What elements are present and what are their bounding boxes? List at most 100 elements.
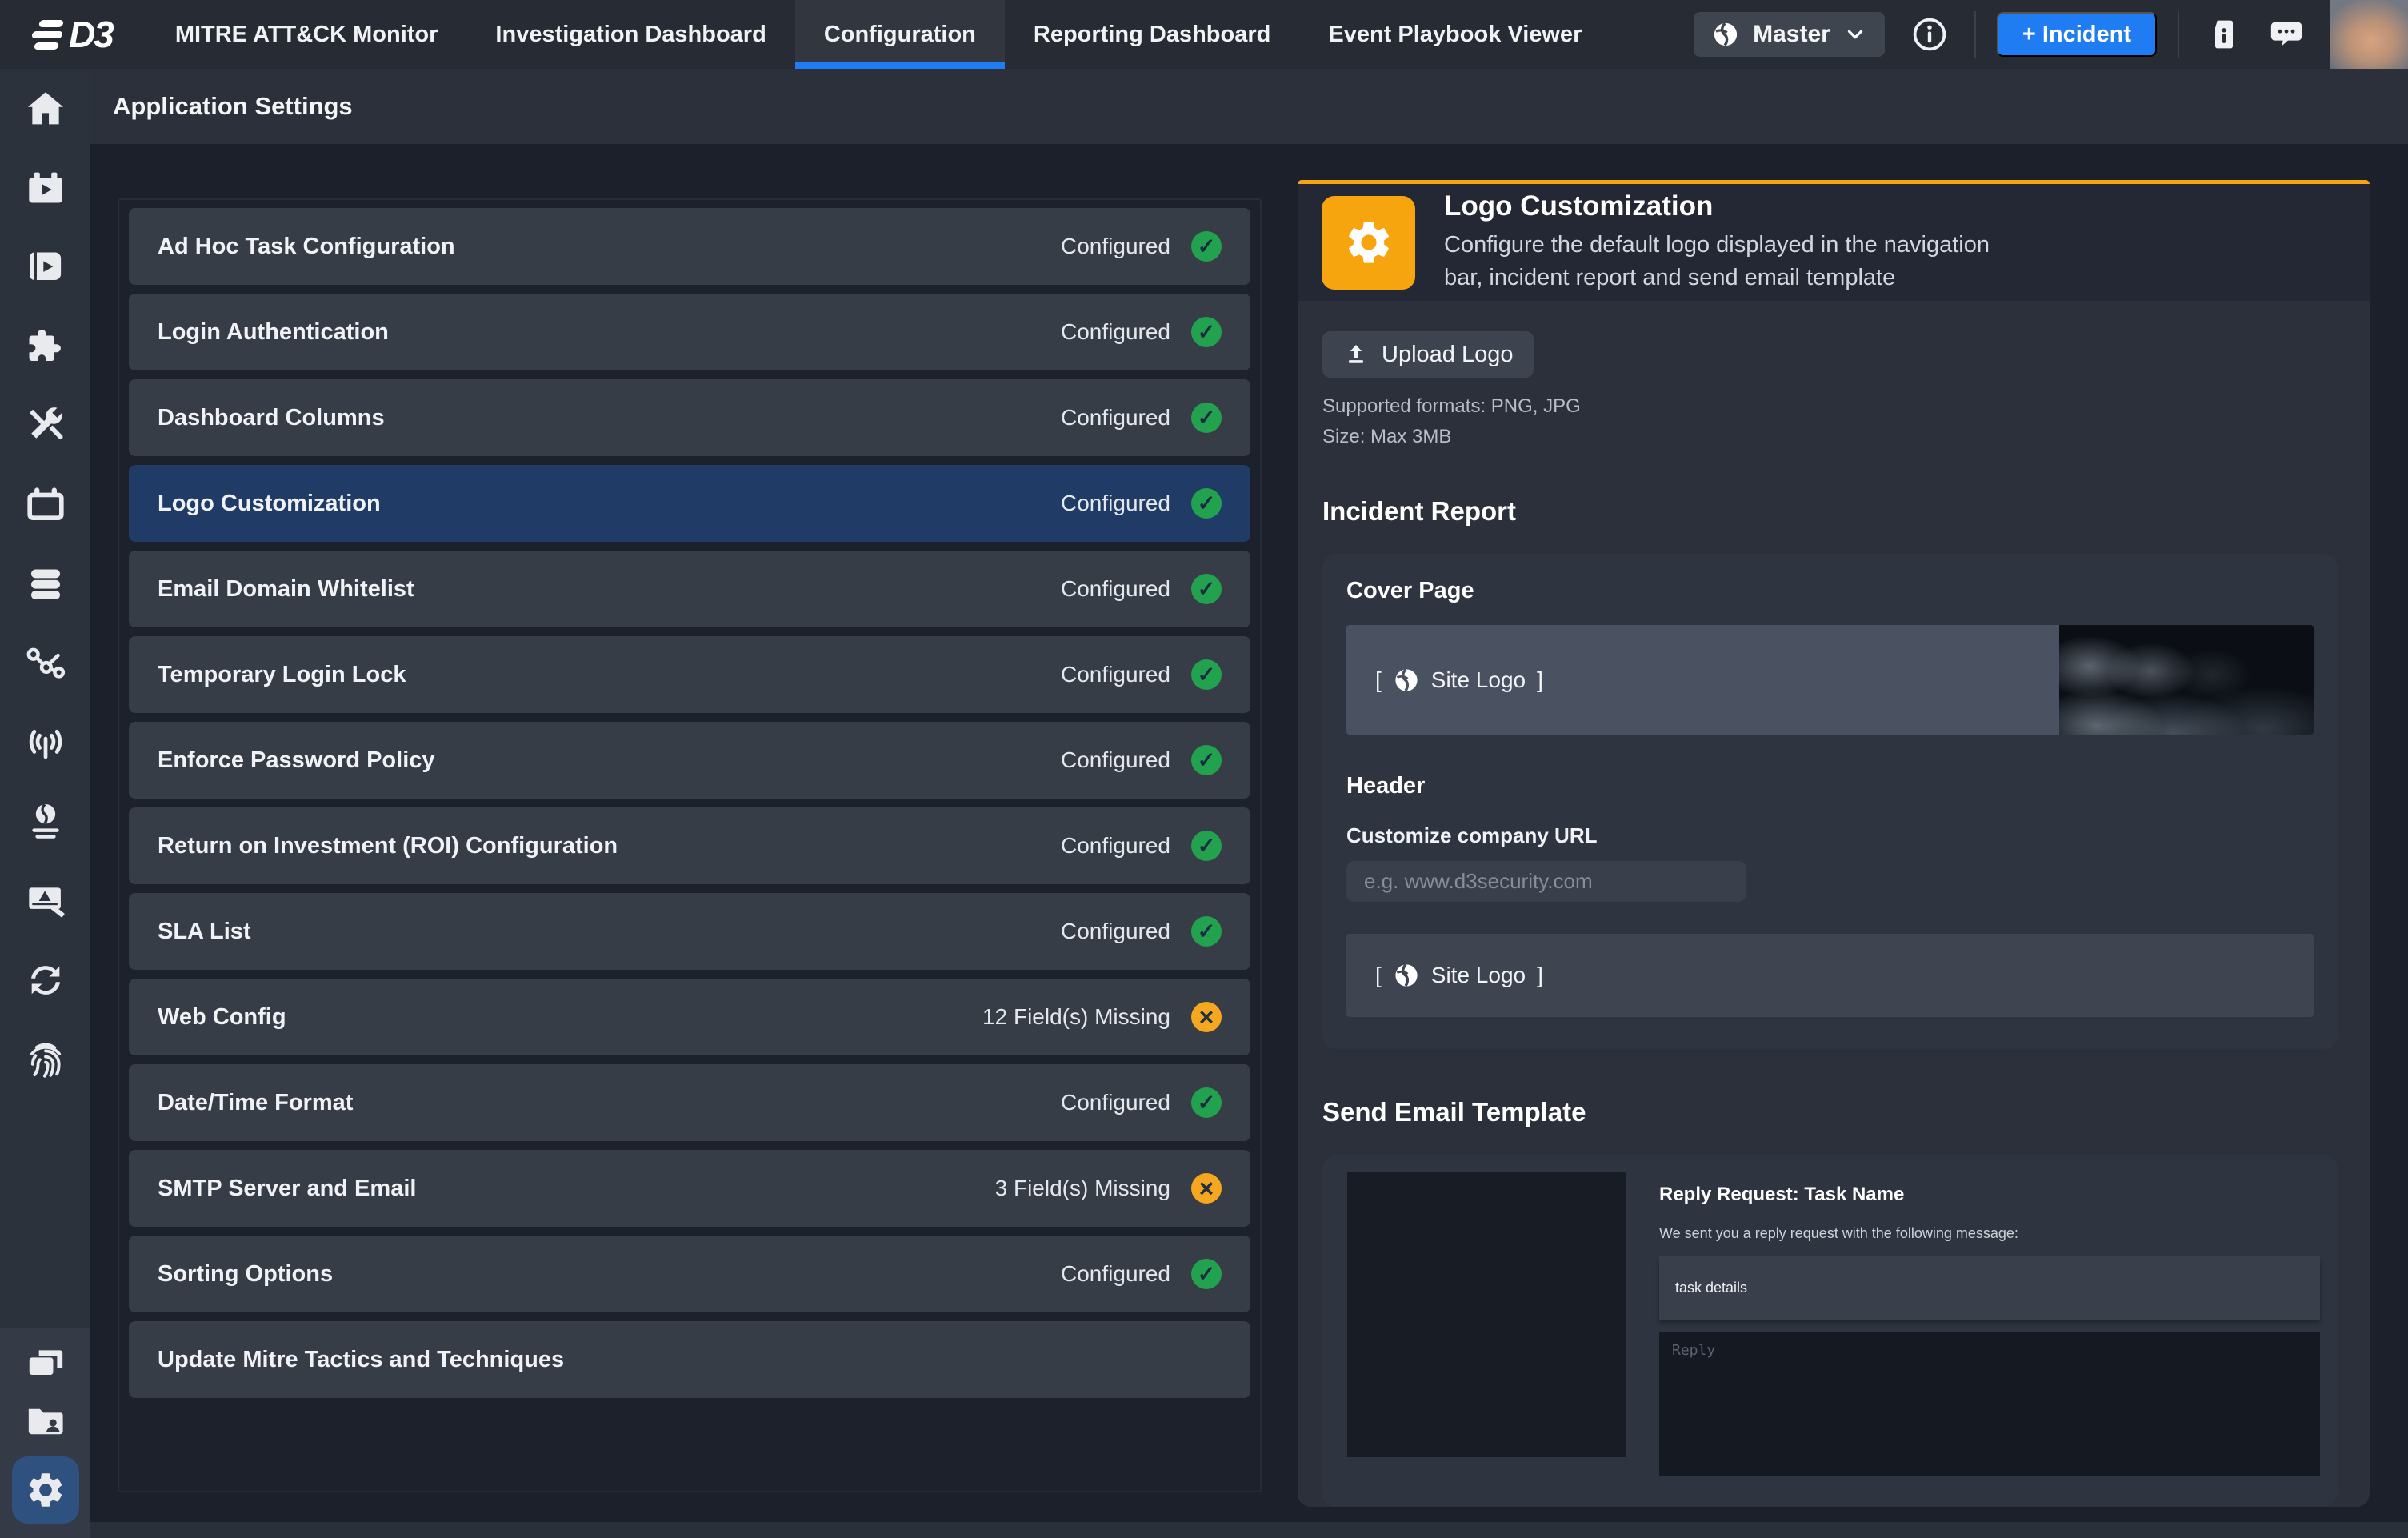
sync-data-icon	[24, 959, 67, 1002]
settings-row-status: Configured	[1061, 576, 1170, 602]
sidebar-item-data-management[interactable]	[0, 544, 90, 623]
settings-row-status-group: Configured ✓	[1061, 831, 1222, 861]
reply-textarea[interactable]	[1659, 1332, 2320, 1476]
sidebar-item-fingerprint[interactable]	[0, 1019, 90, 1099]
sidebar-item-home[interactable]	[0, 69, 90, 148]
settings-row-status: Configured	[1061, 662, 1170, 687]
panel-title: Logo Customization	[1444, 190, 1990, 222]
d3-logo[interactable]: D3	[0, 0, 146, 69]
site-logo-globe-icon	[1393, 962, 1420, 989]
d3-logo-icon	[29, 20, 66, 50]
email-template-card: Reply Request: Task Name We sent you a r…	[1322, 1155, 2338, 1507]
sidebar-item-sync-data[interactable]	[0, 940, 90, 1019]
sidebar-item-dashboard-window[interactable]	[0, 465, 90, 544]
cover-page-label: Cover Page	[1346, 578, 2314, 604]
user-avatar[interactable]	[2330, 0, 2408, 69]
sidebar-item-contacts-folder[interactable]	[0, 1400, 90, 1443]
configured-check-icon: ✓	[1191, 831, 1222, 861]
settings-row-label: SMTP Server and Email	[158, 1176, 416, 1202]
settings-row[interactable]: Update Mitre Tactics and Techniques	[129, 1321, 1250, 1398]
nav-tab-configuration[interactable]: Configuration	[795, 0, 1005, 69]
tenant-selector[interactable]: Master	[1694, 12, 1885, 57]
settings-row-label: SLA List	[158, 919, 251, 945]
gear-icon	[1343, 217, 1394, 268]
sidebar-item-web-lists[interactable]	[0, 782, 90, 861]
file-info-icon	[2206, 17, 2242, 52]
d3-logo-text: D3	[69, 13, 113, 56]
tenant-label: Master	[1753, 21, 1830, 48]
settings-row[interactable]: Dashboard ColumnsConfigured✓	[129, 379, 1250, 456]
sidebar-item-windows-cascade[interactable]	[0, 1342, 90, 1385]
upload-logo-button[interactable]: Upload Logo	[1322, 331, 1534, 378]
configured-check-icon: ✓	[1191, 231, 1222, 262]
settings-row[interactable]: Ad Hoc Task ConfigurationConfigured✓	[129, 208, 1250, 285]
settings-row-label: Date/Time Format	[158, 1090, 353, 1116]
settings-row[interactable]: SLA List Configured ✓	[129, 893, 1250, 970]
upload-icon	[1343, 342, 1369, 367]
settings-row[interactable]: Email Domain WhitelistConfigured✓	[129, 551, 1250, 627]
settings-row-status: Configured	[1061, 833, 1170, 859]
sidebar-item-broadcast[interactable]	[0, 703, 90, 782]
settings-row[interactable]: Return on Investment (ROI) Configuration…	[129, 807, 1250, 884]
settings-row[interactable]: Temporary Login LockConfigured✓	[129, 636, 1250, 713]
configured-check-icon: ✓	[1191, 1259, 1222, 1289]
playbook-library-icon	[24, 246, 67, 289]
sidebar-item-event-scheduler[interactable]	[0, 148, 90, 227]
release-notes-button[interactable]	[2200, 10, 2248, 58]
left-icon-sidebar	[0, 69, 90, 1538]
site-logo-globe-icon	[1393, 667, 1420, 694]
nav-tab-investigation-dashboard[interactable]: Investigation Dashboard	[466, 0, 794, 69]
page-title: Application Settings	[113, 92, 353, 121]
info-button[interactable]	[1906, 10, 1954, 58]
settings-row-status-group: Configured✓	[1061, 488, 1222, 519]
windows-cascade-icon	[24, 1342, 67, 1385]
active-nav-pill	[12, 1456, 79, 1524]
settings-row-status: Configured	[1061, 1261, 1170, 1287]
integrations-icon	[24, 325, 67, 368]
settings-row[interactable]: Login AuthenticationConfigured✓	[129, 294, 1250, 370]
settings-row-label: Login Authentication	[158, 319, 389, 346]
settings-row-label: Temporary Login Lock	[158, 662, 406, 688]
settings-row-status: Configured	[1061, 234, 1170, 259]
chat-bubble-icon	[2268, 16, 2305, 53]
settings-row-status: 12 Field(s) Missing	[982, 1004, 1170, 1030]
settings-row-status: Configured	[1061, 919, 1170, 944]
utilities-icon	[24, 404, 67, 447]
page-title-bar: Application Settings	[90, 69, 2408, 144]
new-incident-button[interactable]: + Incident	[1997, 12, 2157, 57]
settings-row[interactable]: Date/Time FormatConfigured✓	[129, 1064, 1250, 1141]
settings-row[interactable]: SMTP Server and Email3 Field(s) Missing×	[129, 1150, 1250, 1227]
settings-row[interactable]: Logo CustomizationConfigured✓	[129, 465, 1250, 542]
panel-header: Logo Customization Configure the default…	[1298, 184, 2370, 301]
configured-check-icon: ✓	[1191, 916, 1222, 947]
bottom-scrollbar-track[interactable]	[90, 1522, 2408, 1538]
panel-header-text: Logo Customization Configure the default…	[1444, 190, 1990, 294]
connections-icon	[24, 642, 67, 685]
sidebar-item-playbook-library[interactable]	[0, 227, 90, 306]
sidebar-item-integrations[interactable]	[0, 306, 90, 386]
sidebar-item-connections[interactable]	[0, 623, 90, 703]
settings-row[interactable]: Enforce Password PolicyConfigured✓	[129, 722, 1250, 799]
site-logo-placeholder: [ Site Logo ]	[1375, 667, 1543, 694]
incident-report-heading: Incident Report	[1322, 496, 2338, 527]
max-size-hint: Size: Max 3MB	[1322, 426, 2338, 448]
configured-check-icon: ✓	[1191, 745, 1222, 775]
sidebar-bottom-group	[0, 1328, 90, 1538]
panel-body: Upload Logo Supported formats: PNG, JPG …	[1298, 301, 2370, 1507]
company-url-input[interactable]	[1346, 861, 1746, 902]
settings-row-label: Dashboard Columns	[158, 405, 385, 431]
settings-row[interactable]: Web Config12 Field(s) Missing×	[129, 979, 1250, 1055]
send-email-template-heading: Send Email Template	[1322, 1097, 2338, 1127]
cover-page-preview: [ Site Logo ]	[1346, 625, 2314, 735]
nav-tab-mitre-att-ck-monitor[interactable]: MITRE ATT&CK Monitor	[146, 0, 467, 69]
settings-row[interactable]: Sorting OptionsConfigured✓	[129, 1236, 1250, 1312]
sidebar-item-utilities[interactable]	[0, 386, 90, 465]
chat-button[interactable]	[2262, 10, 2310, 58]
globe-icon	[1711, 20, 1740, 49]
settings-row-status-group: Configured✓	[1061, 574, 1222, 604]
nav-tab-event-playbook-viewer[interactable]: Event Playbook Viewer	[1299, 0, 1610, 69]
nav-tab-reporting-dashboard[interactable]: Reporting Dashboard	[1005, 0, 1299, 69]
configured-check-icon: ✓	[1191, 403, 1222, 433]
sidebar-item-incident-form[interactable]	[0, 861, 90, 940]
sidebar-item-settings-gear[interactable]	[0, 1456, 90, 1524]
